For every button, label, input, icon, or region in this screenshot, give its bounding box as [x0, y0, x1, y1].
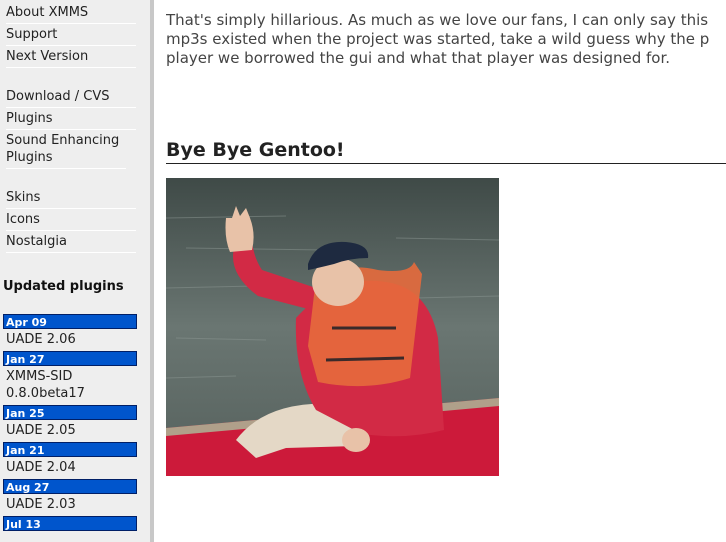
- update-date: Jan 25: [3, 405, 137, 420]
- nav-link-support[interactable]: Support: [6, 24, 136, 46]
- sidebar: About XMMS Support Next Version Download…: [0, 0, 150, 542]
- sidebar-divider: [150, 0, 154, 542]
- update-date: Apr 09: [3, 314, 137, 329]
- nav-link-icons[interactable]: Icons: [6, 209, 136, 231]
- news-heading: Bye Bye Gentoo!: [166, 138, 726, 164]
- nav-group-download: Download / CVS Plugins Sound Enhancing P…: [0, 86, 136, 169]
- nav-link-plugins[interactable]: Plugins: [6, 108, 136, 130]
- news-photo: [166, 178, 499, 476]
- intro-paragraph: That's simply hillarious. As much as we …: [166, 11, 726, 68]
- main-content: That's simply hillarious. As much as we …: [166, 0, 726, 542]
- update-date: Jan 27: [3, 351, 137, 366]
- update-date: Jul 13: [3, 516, 137, 531]
- updated-plugins-heading: Updated plugins: [3, 279, 124, 294]
- nav-group-extras: Skins Icons Nostalgia: [0, 187, 136, 253]
- nav-link-skins[interactable]: Skins: [6, 187, 136, 209]
- update-date: Jan 21: [3, 442, 137, 457]
- update-plugin-link[interactable]: UADE 2.03: [3, 494, 137, 516]
- nav-link-sound-enhancing-plugins[interactable]: Sound Enhancing Plugins: [6, 130, 126, 169]
- updated-plugins-list: Apr 09 UADE 2.06 Jan 27 XMMS-SID 0.8.0be…: [3, 314, 137, 531]
- nav-link-download-cvs[interactable]: Download / CVS: [6, 86, 136, 108]
- nav-link-next-version[interactable]: Next Version: [6, 46, 136, 68]
- nav-link-nostalgia[interactable]: Nostalgia: [6, 231, 136, 253]
- update-date: Aug 27: [3, 479, 137, 494]
- photo-illustration: [166, 178, 499, 476]
- intro-line: mp3s existed when the project was starte…: [166, 30, 710, 48]
- intro-line: That's simply hillarious. As much as we …: [166, 11, 709, 29]
- intro-line: player we borrowed the gui and what that…: [166, 49, 671, 67]
- update-plugin-link[interactable]: XMMS-SID 0.8.0beta17: [3, 366, 106, 405]
- nav-link-about-xmms[interactable]: About XMMS: [6, 2, 136, 24]
- update-plugin-link[interactable]: UADE 2.05: [3, 420, 137, 442]
- update-plugin-link[interactable]: UADE 2.06: [3, 329, 137, 351]
- nav-group-top: About XMMS Support Next Version: [0, 2, 136, 68]
- update-plugin-link[interactable]: UADE 2.04: [3, 457, 137, 479]
